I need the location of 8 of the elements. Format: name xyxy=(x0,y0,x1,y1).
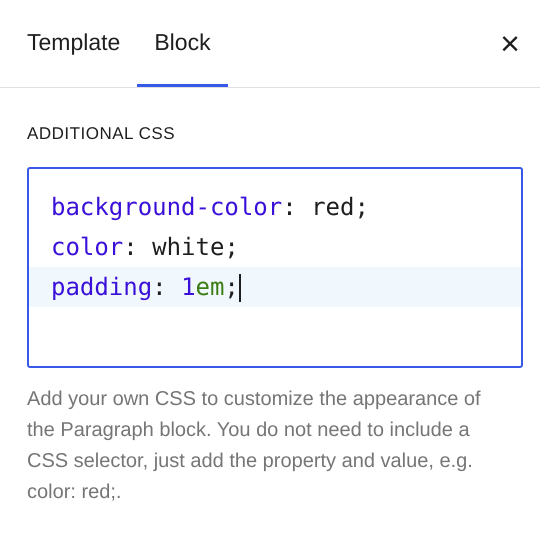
tab[interactable]: Template xyxy=(10,0,138,87)
code-line: color: white; xyxy=(50,232,240,262)
close-button[interactable]: × xyxy=(500,26,520,60)
code-line: background-color: red; xyxy=(50,192,370,222)
css-editor[interactable]: background-color: red; color: white; padding: 1em; xyxy=(27,166,523,368)
help-text: Add your own CSS to customize the appearance of the Paragraph block. You do not need to include a CSS selector, just add the property and value, e.g. color: red;. xyxy=(27,386,482,504)
tab[interactable]: Block xyxy=(137,0,228,87)
section-heading: ADDITIONAL CSS xyxy=(27,123,176,145)
